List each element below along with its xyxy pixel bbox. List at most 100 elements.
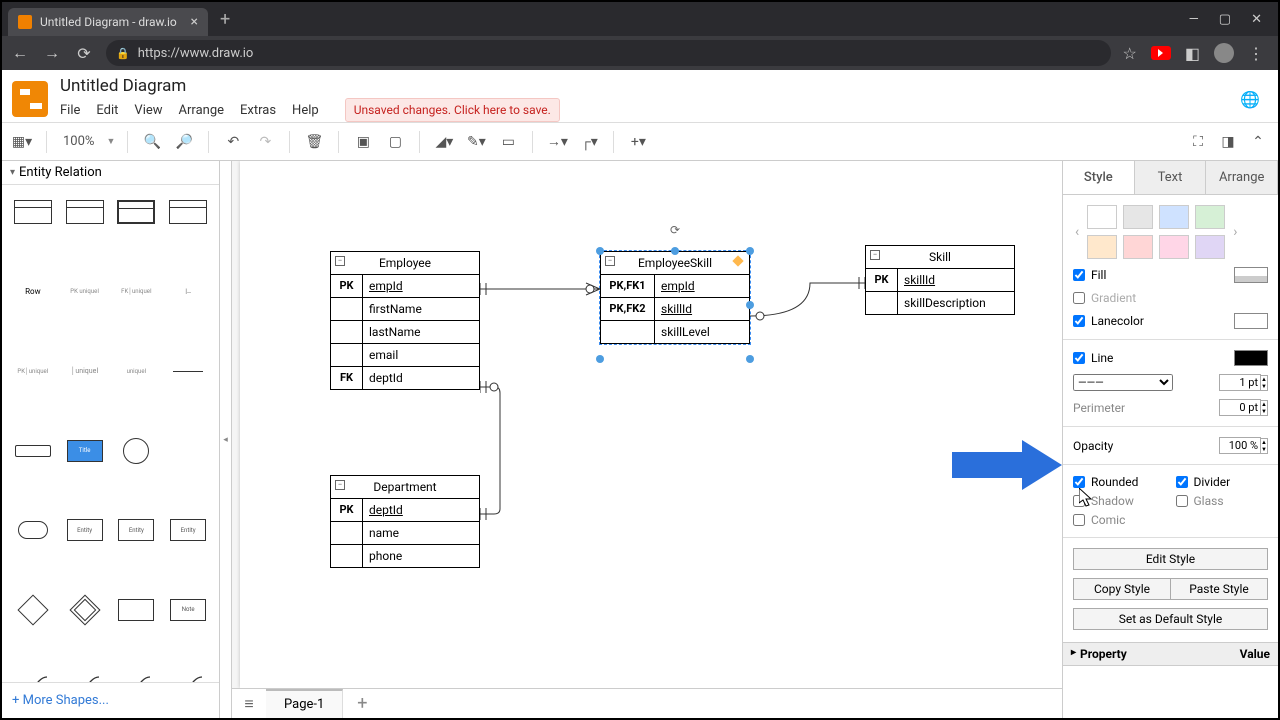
perimeter-input[interactable] (1219, 399, 1261, 416)
shape-hr[interactable] (167, 354, 209, 388)
shape-connector[interactable] (116, 672, 158, 682)
shape-row-alt[interactable]: PK│uniqueI (12, 354, 54, 388)
paste-style-button[interactable]: Paste Style (1170, 578, 1268, 600)
youtube-icon[interactable] (1151, 46, 1171, 60)
collapse-icon[interactable]: ⌃ (1246, 130, 1270, 154)
shape-row-item[interactable]: I‒ (167, 275, 209, 309)
glass-checkbox[interactable] (1176, 495, 1188, 507)
color-swatch[interactable] (1159, 235, 1189, 259)
color-swatch[interactable] (1195, 205, 1225, 229)
fill-checkbox[interactable] (1073, 269, 1085, 281)
kebab-menu-icon[interactable]: ⋮ (1248, 44, 1264, 63)
browser-tab[interactable]: Untitled Diagram - draw.io × (8, 8, 208, 36)
copy-style-button[interactable]: Copy Style (1073, 578, 1170, 600)
reload-icon[interactable]: ⟳ (74, 44, 94, 63)
menu-extras[interactable]: Extras (240, 103, 276, 118)
spinner-buttons[interactable]: ▲▼ (1261, 438, 1268, 454)
connection-icon[interactable]: →▾ (545, 130, 569, 154)
shape-note[interactable]: Note (167, 593, 209, 627)
shape-table[interactable] (64, 195, 106, 229)
property-header[interactable]: PropertyValue (1063, 642, 1278, 666)
shape-entity[interactable]: Entity (64, 513, 106, 547)
edit-style-button[interactable]: Edit Style (1073, 548, 1268, 570)
color-swatch[interactable] (1087, 235, 1117, 259)
to-front-icon[interactable]: ▣ (351, 130, 375, 154)
zoom-level[interactable]: 100% (59, 134, 98, 149)
shape-connector[interactable] (167, 672, 209, 682)
delete-icon[interactable]: 🗑 (302, 130, 326, 154)
entity-skill[interactable]: −Skill PKskillId skillDescription (865, 245, 1015, 315)
canvas[interactable]: −Employee PKempId firstName lastName ema… (232, 161, 1062, 688)
lanecolor-swatch[interactable] (1234, 313, 1268, 329)
shape-entity2[interactable]: Entity (116, 513, 158, 547)
forward-icon[interactable]: → (42, 43, 62, 63)
tab-text[interactable]: Text (1135, 161, 1207, 194)
color-swatch[interactable] (1087, 205, 1117, 229)
entity-department[interactable]: −Department PKdeptId name phone (330, 475, 480, 568)
format-panel-icon[interactable]: ◨ (1216, 130, 1240, 154)
shape-row-line[interactable]: │uniqueI (64, 354, 106, 388)
shape-diamond2[interactable] (64, 593, 106, 627)
shape-table[interactable] (12, 195, 54, 229)
fill-color-icon[interactable]: ◢▾ (432, 130, 456, 154)
shape-multi[interactable] (116, 593, 158, 627)
back-icon[interactable]: ← (10, 43, 30, 63)
divider-checkbox[interactable] (1176, 476, 1188, 488)
selection-handle[interactable] (596, 355, 604, 363)
line-width-input[interactable] (1219, 374, 1261, 391)
fullscreen-icon[interactable]: ⛶ (1186, 130, 1210, 154)
add-page-button[interactable]: + (343, 693, 381, 714)
line-style-select[interactable]: ——— (1073, 374, 1173, 391)
shape-highlight[interactable]: Title (64, 434, 106, 468)
shape-circle[interactable] (116, 434, 158, 468)
lanecolor-checkbox[interactable] (1073, 315, 1085, 327)
selection-handle[interactable] (746, 301, 754, 309)
shape-row-pk[interactable]: PK uniqueI (64, 275, 106, 309)
shape-title[interactable] (12, 434, 54, 468)
more-shapes-button[interactable]: + More Shapes... (2, 682, 219, 718)
shape-entity3[interactable]: Entity (167, 513, 209, 547)
sidebar-section-header[interactable]: Entity Relation (2, 161, 219, 185)
fill-color-swatch[interactable] (1234, 267, 1268, 283)
shape-row[interactable]: Row (12, 275, 54, 309)
extension-icon[interactable]: ◧ (1185, 44, 1200, 63)
avatar[interactable] (1214, 43, 1234, 63)
zoom-out-icon[interactable]: 🔎 (172, 130, 196, 154)
swatch-prev-icon[interactable]: ‹ (1073, 224, 1081, 240)
menu-file[interactable]: File (60, 103, 80, 118)
zoom-in-icon[interactable]: 🔍 (140, 130, 164, 154)
menu-edit[interactable]: Edit (96, 103, 118, 118)
page-tab[interactable]: Page-1 (266, 689, 343, 718)
globe-icon[interactable]: 🌐 (1240, 90, 1260, 109)
menu-arrange[interactable]: Arrange (179, 103, 224, 118)
redo-icon[interactable]: ↷ (253, 130, 277, 154)
line-color-swatch[interactable] (1234, 350, 1268, 366)
line-checkbox[interactable] (1073, 352, 1085, 364)
default-style-button[interactable]: Set as Default Style (1073, 608, 1268, 630)
minimize-icon[interactable]: — (1189, 12, 1199, 27)
shape-table-cols[interactable] (167, 195, 209, 229)
url-input[interactable]: 🔒 https://www.draw.io (106, 40, 1111, 66)
shape-connector[interactable] (64, 672, 106, 682)
selection-handle[interactable] (596, 247, 604, 255)
selection-handle[interactable] (746, 355, 754, 363)
shape-label[interactable]: uniqueI (116, 354, 158, 388)
tab-arrange[interactable]: Arrange (1206, 161, 1278, 194)
waypoint-icon[interactable]: ┌▾ (577, 130, 601, 154)
menu-help[interactable]: Help (292, 103, 319, 118)
spinner-buttons[interactable]: ▲▼ (1261, 375, 1268, 391)
shape-connector[interactable] (12, 672, 54, 682)
close-window-icon[interactable]: ✕ (1251, 12, 1262, 27)
shadow-icon[interactable]: ▭ (496, 130, 520, 154)
shape-cloud[interactable] (12, 513, 54, 547)
maximize-icon[interactable]: ▢ (1219, 12, 1231, 27)
comic-checkbox[interactable] (1073, 514, 1085, 526)
line-color-icon[interactable]: ✎▾ (464, 130, 488, 154)
opacity-input[interactable] (1219, 437, 1261, 454)
new-tab-button[interactable]: + (220, 9, 230, 30)
color-swatch[interactable] (1123, 235, 1153, 259)
swatch-next-icon[interactable]: › (1231, 224, 1239, 240)
sidebar-collapse-handle[interactable]: ◂ (220, 161, 232, 718)
spinner-buttons[interactable]: ▲▼ (1261, 400, 1268, 416)
color-swatch[interactable] (1159, 205, 1189, 229)
